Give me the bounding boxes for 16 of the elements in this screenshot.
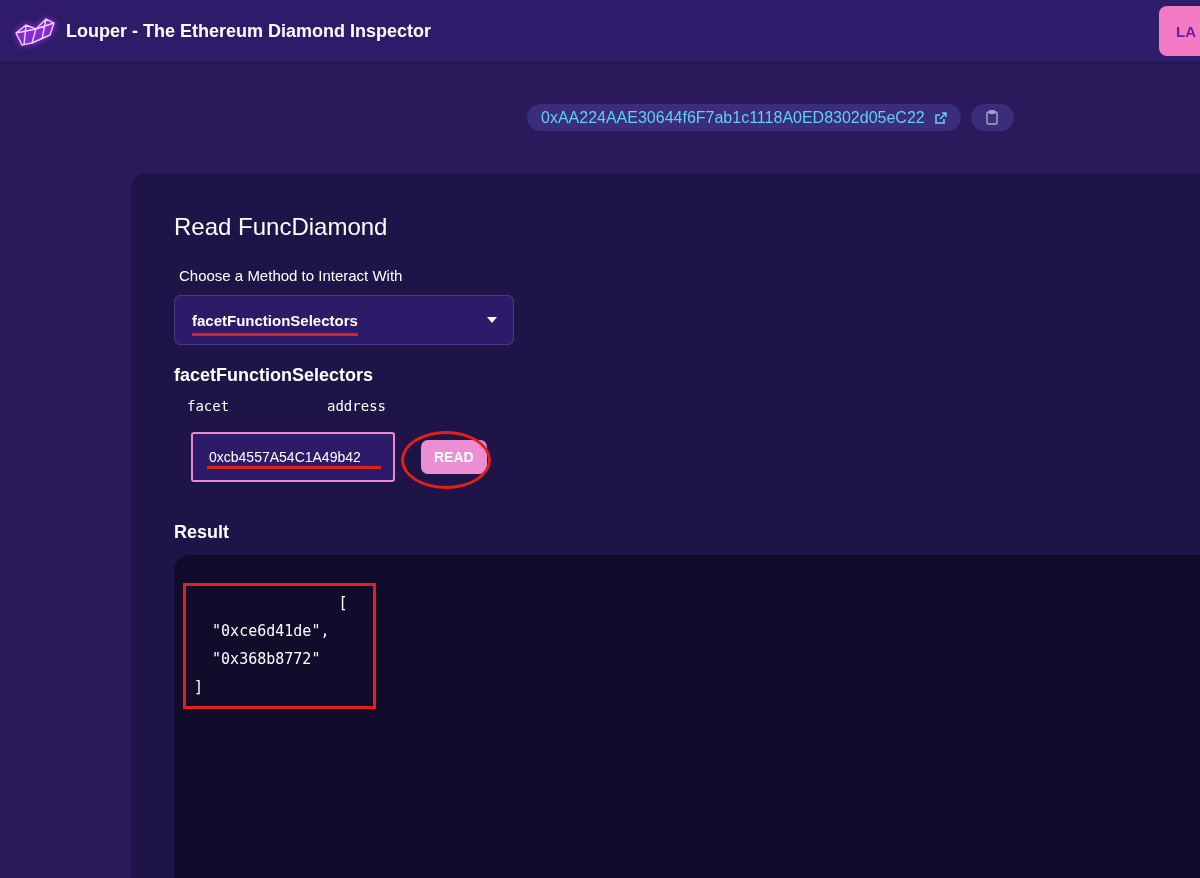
function-name: facetFunctionSelectors: [174, 365, 375, 386]
clipboard-icon: [986, 110, 999, 125]
address-input-field[interactable]: 0xcb4557A54C1A49b42: [191, 432, 395, 482]
result-output: [ "0xce6d41de", "0x368b8772" ]: [186, 586, 373, 706]
contract-address-link[interactable]: 0xAA224AAE30644f6F7ab1c1118A0ED8302d05eC22: [527, 104, 961, 131]
copy-button[interactable]: [970, 104, 1014, 131]
param-type: address: [327, 398, 386, 414]
dropdown-caret-icon: [487, 317, 497, 323]
launch-button[interactable]: LA: [1159, 6, 1200, 56]
method-select[interactable]: facetFunctionSelectors: [174, 295, 514, 345]
method-label: Choose a Method to Interact With: [179, 267, 404, 284]
external-link-icon: [934, 111, 947, 124]
result-label: Result: [174, 522, 230, 543]
card-title: Read FuncDiamond: [174, 213, 389, 241]
app-title: Louper - The Ethereum Diamond Inspector: [66, 20, 432, 42]
param-name: facet: [187, 398, 231, 414]
